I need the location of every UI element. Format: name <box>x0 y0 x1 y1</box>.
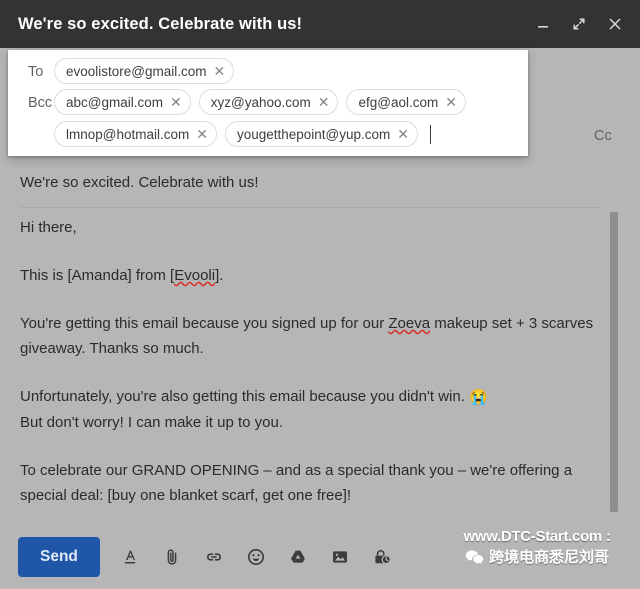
to-row[interactable]: To evoolistore@gmail.com ✕ <box>8 58 528 86</box>
to-chips[interactable]: evoolistore@gmail.com ✕ <box>54 58 518 84</box>
compose-window: We're so excited. Celebrate with us! To <box>0 0 640 589</box>
recipient-address: abc@gmail.com <box>66 95 163 110</box>
body-paragraph-unfortunate: Unfortunately, you're also getting this … <box>20 384 595 435</box>
recipients-panel: To evoolistore@gmail.com ✕ Bcc abc@gmail… <box>8 50 528 156</box>
bcc-chips[interactable]: abc@gmail.com ✕ xyz@yahoo.com ✕ efg@aol.… <box>54 89 518 147</box>
remove-recipient-icon[interactable]: ✕ <box>196 127 208 141</box>
subject-divider <box>20 207 600 208</box>
recipient-chip[interactable]: xyz@yahoo.com ✕ <box>199 89 339 115</box>
expand-button[interactable] <box>564 9 594 39</box>
insert-link-icon[interactable] <box>202 545 226 569</box>
recipient-address: yougetthepoint@yup.com <box>237 127 390 142</box>
send-button[interactable]: Send <box>18 537 100 577</box>
recipient-address: efg@aol.com <box>358 95 438 110</box>
compose-tool-icons <box>118 545 394 569</box>
body-scrollbar-thumb[interactable] <box>610 212 618 512</box>
minimize-button[interactable] <box>528 9 558 39</box>
window-controls <box>528 0 630 48</box>
remove-recipient-icon[interactable]: ✕ <box>170 95 182 109</box>
close-button[interactable] <box>600 9 630 39</box>
insert-photo-icon[interactable] <box>328 545 352 569</box>
insert-drive-file-icon[interactable] <box>286 545 310 569</box>
formatting-options-icon[interactable] <box>118 545 142 569</box>
remove-recipient-icon[interactable]: ✕ <box>318 95 330 109</box>
unfortunate-text: Unfortunately, you're also getting this … <box>20 388 469 405</box>
bcc-row[interactable]: Bcc abc@gmail.com ✕ xyz@yahoo.com ✕ efg@… <box>8 89 528 147</box>
insert-emoji-icon[interactable] <box>244 545 268 569</box>
crying-face-emoji: 😭 <box>469 389 488 406</box>
remove-recipient-icon[interactable]: ✕ <box>445 95 457 109</box>
cc-toggle[interactable]: Cc <box>594 128 612 144</box>
intro-text-b: ]. <box>215 267 223 284</box>
compose-toolbar: Send <box>0 524 640 589</box>
body-paragraph-greeting: Hi there, <box>20 215 595 240</box>
recipient-chip[interactable]: efg@aol.com ✕ <box>346 89 465 115</box>
compose-title-bar: We're so excited. Celebrate with us! <box>0 0 640 48</box>
misspelled-word-zoeva: Zoeva <box>388 315 430 332</box>
remove-recipient-icon[interactable]: ✕ <box>397 127 409 141</box>
recipient-address: evoolistore@gmail.com <box>66 64 207 79</box>
recipient-chip[interactable]: evoolistore@gmail.com ✕ <box>54 58 234 84</box>
bcc-label: Bcc <box>18 89 54 117</box>
recipient-text-caret <box>430 125 431 144</box>
worry-text: But don't worry! I can make it up to you… <box>20 414 283 431</box>
recipient-address: xyz@yahoo.com <box>211 95 311 110</box>
signup-text-a: You're getting this email because you si… <box>20 315 388 332</box>
body-paragraph-signup: You're getting this email because you si… <box>20 311 595 361</box>
recipient-chip[interactable]: lmnop@hotmail.com ✕ <box>54 121 217 147</box>
grand-opening-text: To celebrate our GRAND OPENING – and as … <box>20 462 572 504</box>
to-label: To <box>18 58 54 86</box>
subject-input[interactable]: We're so excited. Celebrate with us! <box>20 172 620 194</box>
subject-row[interactable]: We're so excited. Celebrate with us! <box>0 172 640 194</box>
confidential-mode-icon[interactable] <box>370 545 394 569</box>
remove-recipient-icon[interactable]: ✕ <box>214 64 226 78</box>
attach-file-icon[interactable] <box>160 545 184 569</box>
recipient-chip[interactable]: abc@gmail.com ✕ <box>54 89 191 115</box>
recipient-chip[interactable]: yougetthepoint@yup.com ✕ <box>225 121 418 147</box>
greeting-text: Hi there, <box>20 219 77 236</box>
message-body[interactable]: Hi there, This is [Amanda] from [Evooli]… <box>0 215 640 520</box>
misspelled-word-evooli: Evooli <box>174 267 215 284</box>
body-paragraph-grand-opening: To celebrate our GRAND OPENING – and as … <box>20 458 595 508</box>
intro-text-a: This is [Amanda] from [ <box>20 267 174 284</box>
body-paragraph-intro: This is [Amanda] from [Evooli]. <box>20 263 595 288</box>
compose-title: We're so excited. Celebrate with us! <box>18 15 302 34</box>
recipient-address: lmnop@hotmail.com <box>66 127 189 142</box>
